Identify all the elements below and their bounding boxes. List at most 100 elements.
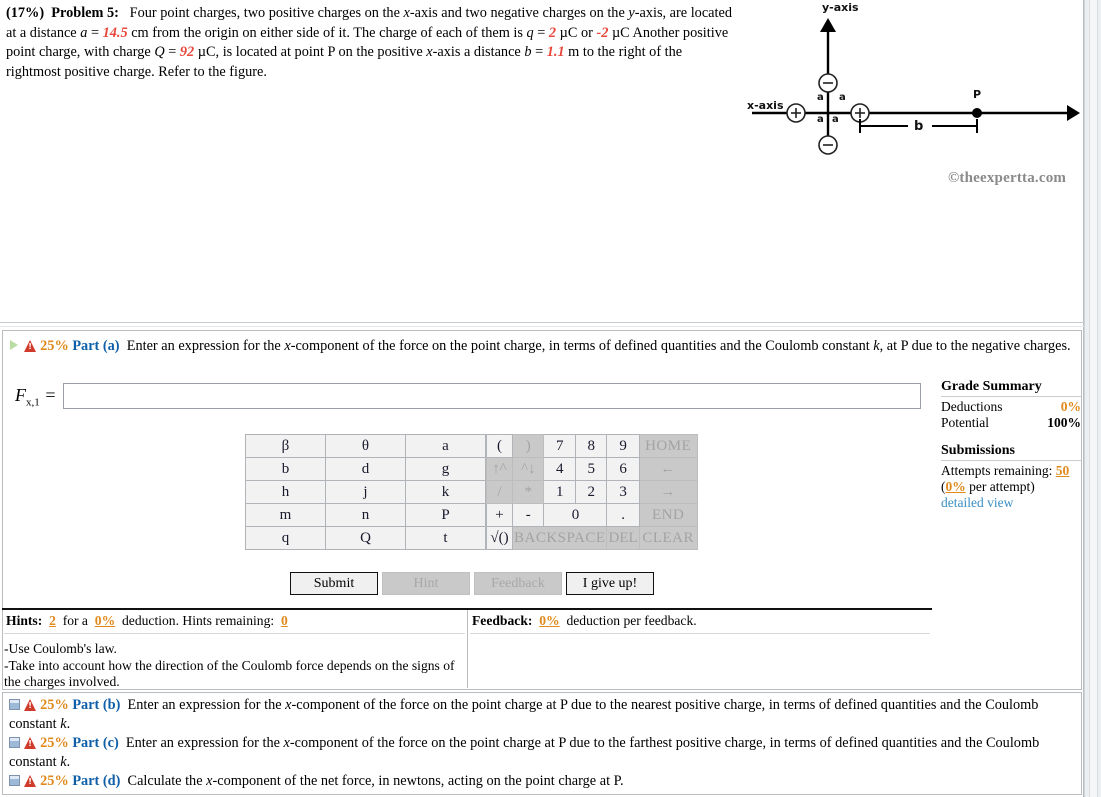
problem-q-value: 2 <box>548 24 557 41</box>
panel-icon[interactable] <box>9 775 20 787</box>
part-a-prompt-3: , at P due to the negative charges. <box>879 338 1071 354</box>
key-0[interactable]: 0 <box>543 503 608 527</box>
key-3[interactable]: 3 <box>606 480 640 504</box>
feedback-text: deduction per feedback. <box>566 613 697 628</box>
distance-a-bottom: a <box>832 114 839 125</box>
part-a-prompt-2: -component of the force on the point cha… <box>290 338 874 354</box>
part-b-name[interactable]: Part (b) <box>72 697 120 713</box>
keypad-row: b d g <box>245 457 486 481</box>
feedback-title: Feedback: <box>472 613 533 628</box>
key-P[interactable]: P <box>405 503 486 527</box>
answer-row: Fx,1 = <box>9 383 1069 413</box>
key-q[interactable]: q <box>245 526 326 550</box>
key-h[interactable]: h <box>245 480 326 504</box>
key-beta[interactable]: β <box>245 434 326 458</box>
x-axis-label: x-axis <box>747 99 784 112</box>
key-plus[interactable]: + <box>486 503 513 527</box>
attempts-value: 50 <box>1055 463 1070 478</box>
key-a[interactable]: a <box>405 434 486 458</box>
warning-icon <box>23 775 37 788</box>
key-d[interactable]: d <box>325 457 406 481</box>
distance-a-right: a <box>839 92 846 103</box>
give-up-button[interactable]: I give up! <box>566 572 654 595</box>
part-c-row[interactable]: 25% Part (c) Enter an expression for the… <box>9 734 1075 771</box>
hints-header: Hints: 2 for a 0% deduction. Hints remai… <box>2 610 467 631</box>
problem-text-8: -axis a distance <box>432 44 525 60</box>
panel-icon[interactable] <box>9 737 20 749</box>
hints-remaining: 0 <box>280 613 288 628</box>
hint-line-2: -Take into account how the direction of … <box>4 657 455 690</box>
key-decimal-point[interactable]: . <box>606 503 640 527</box>
keypad-row: / * 1 2 3 → <box>486 480 698 504</box>
answer-label-base: F <box>15 385 26 405</box>
play-icon[interactable] <box>9 340 20 351</box>
keypad-row: ↑^ ^↓ 4 5 6 ← <box>486 457 698 481</box>
part-a-header: 25% Part (a) Enter an expression for the… <box>9 337 1071 356</box>
key-close-paren: ) <box>511 434 545 458</box>
submit-button[interactable]: Submit <box>290 572 378 595</box>
hints-panel: Hints: 2 for a 0% deduction. Hints remai… <box>2 610 468 691</box>
key-home: HOME <box>638 434 698 458</box>
keypad-row: ( ) 7 8 9 HOME <box>486 434 698 458</box>
warning-icon <box>23 340 37 353</box>
key-clear: CLEAR <box>638 526 698 550</box>
key-j[interactable]: j <box>325 480 406 504</box>
attempts-row: Attempts remaining: 50 <box>941 463 1081 479</box>
problem-percent: (17%) <box>6 5 45 21</box>
warning-icon <box>23 699 37 712</box>
key-k[interactable]: k <box>405 480 486 504</box>
detailed-view-link[interactable]: detailed view <box>941 495 1013 510</box>
key-minus[interactable]: - <box>511 503 545 527</box>
potential-label: Potential <box>941 415 989 430</box>
part-c-name[interactable]: Part (c) <box>72 735 118 751</box>
key-b[interactable]: b <box>245 457 326 481</box>
scrollbar-thumb[interactable] <box>1089 0 1098 797</box>
problem-Q-symbol: Q <box>154 44 165 60</box>
key-6[interactable]: 6 <box>606 457 640 481</box>
hints-count: 2 <box>49 613 56 628</box>
problem-text-4: cm from the origin on either side of it.… <box>127 24 527 41</box>
key-4[interactable]: 4 <box>543 457 576 481</box>
keypad-row: β θ a <box>245 434 486 458</box>
part-d-text-2: -component of the net force, in newtons,… <box>212 773 624 790</box>
per-attempt-text: per attempt) <box>965 479 1035 494</box>
part-a-name[interactable]: Part (a) <box>72 338 119 354</box>
part-d-name[interactable]: Part (d) <box>72 773 120 789</box>
eq-1: = <box>87 24 103 41</box>
panel-icon[interactable] <box>9 699 20 710</box>
key-theta[interactable]: θ <box>325 434 406 458</box>
key-9[interactable]: 9 <box>606 434 640 458</box>
part-d-row[interactable]: 25% Part (d) Calculate the x-component o… <box>9 772 1075 791</box>
key-7[interactable]: 7 <box>543 434 576 458</box>
key-Q[interactable]: Q <box>325 526 406 550</box>
key-2[interactable]: 2 <box>574 480 608 504</box>
hints-body: -Use Coulomb's law. -Take into account h… <box>2 634 467 691</box>
key-m[interactable]: m <box>245 503 326 527</box>
part-b-row[interactable]: 25% Part (b) Enter an expression for the… <box>9 696 1075 733</box>
key-8[interactable]: 8 <box>574 434 608 458</box>
answer-input[interactable] <box>63 383 921 409</box>
section-divider-secondary <box>0 326 1084 327</box>
key-sqrt[interactable]: √() <box>486 526 513 550</box>
key-t[interactable]: t <box>405 526 486 550</box>
part-a-prompt-1: Enter an expression for the <box>126 338 285 354</box>
distance-a-left: a <box>817 114 824 125</box>
key-open-paren[interactable]: ( <box>486 434 513 458</box>
key-multiply: * <box>511 480 545 504</box>
key-n[interactable]: n <box>325 503 406 527</box>
scrollbar-track[interactable] <box>1084 0 1101 797</box>
hint-line-1: -Use Coulomb's law. <box>4 641 117 656</box>
grade-rule-1 <box>941 396 1081 397</box>
key-del: DEL <box>606 526 640 550</box>
feedback-header: Feedback: 0% deduction per feedback. <box>468 610 932 631</box>
key-divide: / <box>486 480 513 504</box>
problem-text-1: Four point charges, two positive charges… <box>129 5 404 21</box>
key-1[interactable]: 1 <box>543 480 576 504</box>
key-5[interactable]: 5 <box>574 457 608 481</box>
keypad-row: √() BACKSPACE DEL CLEAR <box>486 526 698 550</box>
feedback-panel: Feedback: 0% deduction per feedback. <box>468 610 932 688</box>
part-d-percent: 25% <box>40 773 69 790</box>
part-c-text-3: . <box>66 753 71 770</box>
key-g[interactable]: g <box>405 457 486 481</box>
keypad-row: q Q t <box>245 526 486 550</box>
